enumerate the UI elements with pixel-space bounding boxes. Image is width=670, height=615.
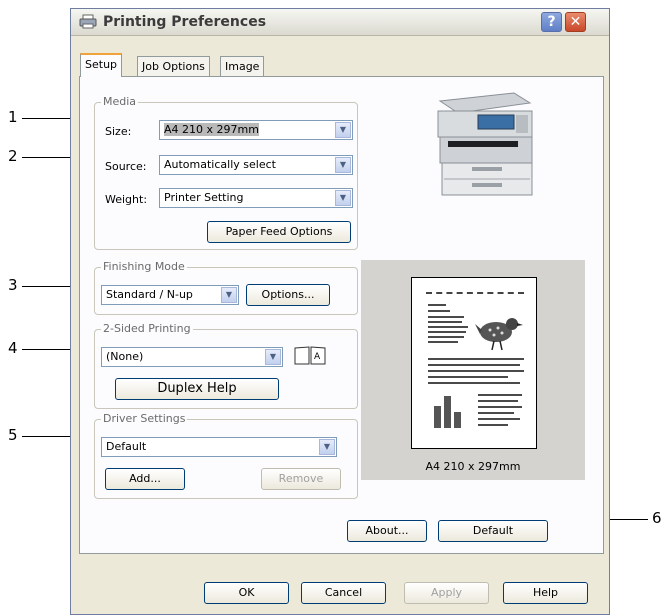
preview-line: [428, 382, 520, 384]
media-group: Media Size: A4 210 x 297mm ▼ Source: Aut…: [94, 95, 358, 250]
help-title-button[interactable]: ?: [541, 12, 562, 32]
preview-line: [428, 370, 524, 372]
paper-feed-options-button[interactable]: Paper Feed Options: [207, 221, 351, 243]
callout-3: 3: [8, 276, 18, 294]
weight-label: Weight:: [105, 193, 148, 206]
duplex-value: (None): [106, 350, 144, 363]
source-select-value: Automatically select: [164, 158, 276, 171]
window-title: Printing Preferences: [103, 14, 267, 30]
finishing-mode-value: Standard / N-up: [106, 288, 193, 301]
printer-image: [437, 92, 533, 196]
preview-line: [478, 400, 518, 402]
preview-line: [478, 406, 522, 408]
chevron-down-icon: ▼: [265, 349, 281, 365]
preview-chart-bar: [454, 412, 461, 428]
bird-image: [475, 318, 523, 351]
chevron-down-icon: ▼: [221, 287, 237, 303]
setup-panel: Media Size: A4 210 x 297mm ▼ Source: Aut…: [79, 76, 604, 554]
preview-line: [478, 418, 520, 420]
preview-line: [428, 336, 464, 338]
preview-chart-bar: [434, 406, 441, 428]
weight-select-value: Printer Setting: [164, 191, 244, 204]
preview-line: [428, 316, 464, 318]
preview-line: [428, 376, 508, 378]
preview-line: [478, 412, 514, 414]
title-bar[interactable]: Printing Preferences ? ✕: [71, 9, 609, 36]
book-icon: A: [294, 346, 326, 365]
preview-caption: A4 210 x 297mm: [425, 460, 521, 473]
preview-line: [428, 358, 524, 360]
preview-line: [428, 326, 468, 328]
preview-line: [428, 341, 458, 343]
add-button[interactable]: Add...: [105, 468, 185, 490]
remove-button[interactable]: Remove: [261, 468, 341, 490]
finishing-mode-group: Finishing Mode Standard / N-up ▼ Options…: [94, 260, 358, 315]
page-preview: A4 210 x 297mm: [361, 260, 585, 480]
chevron-down-icon: ▼: [335, 190, 351, 206]
apply-button[interactable]: Apply: [404, 582, 489, 604]
ok-button[interactable]: OK: [204, 582, 289, 604]
cancel-button[interactable]: Cancel: [301, 582, 386, 604]
preview-line: [428, 321, 462, 323]
driver-settings-group: Driver Settings Default ▼ Add... Remove: [94, 412, 358, 499]
preview-page: [411, 277, 537, 449]
svg-text:A: A: [314, 352, 321, 362]
finishing-options-button[interactable]: Options...: [246, 284, 330, 306]
finishing-mode-title: Finishing Mode: [101, 260, 187, 273]
source-label: Source:: [105, 160, 147, 173]
printing-preferences-window: Printing Preferences ? ✕ Setup Job Optio…: [70, 8, 610, 615]
callout-1: 1: [8, 108, 18, 126]
tab-setup[interactable]: Setup: [80, 53, 123, 77]
size-select-value: A4 210 x 297mm: [164, 123, 259, 136]
about-button[interactable]: About...: [347, 520, 427, 542]
duplex-help-button[interactable]: Duplex Help: [115, 378, 279, 400]
close-button[interactable]: ✕: [565, 12, 586, 32]
size-select[interactable]: A4 210 x 297mm ▼: [159, 120, 353, 140]
source-select[interactable]: Automatically select ▼: [159, 155, 353, 175]
callout-2: 2: [8, 147, 18, 165]
help-button[interactable]: Help: [503, 582, 588, 604]
chevron-down-icon: ▼: [335, 157, 351, 173]
driver-settings-title: Driver Settings: [101, 412, 188, 425]
size-label: Size:: [105, 125, 132, 138]
duplex-title: 2-Sided Printing: [101, 322, 193, 335]
driver-settings-value: Default: [106, 440, 147, 453]
preview-line: [478, 424, 508, 426]
callout-5: 5: [8, 426, 18, 444]
driver-settings-select[interactable]: Default ▼: [101, 437, 337, 457]
duplex-group: 2-Sided Printing (None) ▼ A Duplex Help: [94, 322, 358, 409]
duplex-select[interactable]: (None) ▼: [101, 347, 283, 367]
chevron-down-icon: ▼: [335, 122, 351, 138]
preview-dashed-line: [426, 292, 524, 295]
preview-chart-bar: [444, 396, 451, 428]
preview-line: [428, 310, 450, 312]
preview-line: [478, 394, 522, 396]
callout-6: 6: [652, 509, 662, 527]
preview-line: [428, 364, 520, 366]
tab-image[interactable]: Image: [220, 56, 265, 76]
media-group-title: Media: [101, 95, 139, 108]
default-button[interactable]: Default: [438, 520, 548, 542]
tab-job-options[interactable]: Job Options: [137, 56, 210, 76]
preview-line: [428, 304, 446, 306]
printer-icon: [79, 14, 97, 29]
chevron-down-icon: ▼: [319, 439, 335, 455]
finishing-mode-select[interactable]: Standard / N-up ▼: [101, 285, 239, 305]
weight-select[interactable]: Printer Setting ▼: [159, 188, 353, 208]
preview-line: [428, 331, 466, 333]
callout-4: 4: [8, 339, 18, 357]
